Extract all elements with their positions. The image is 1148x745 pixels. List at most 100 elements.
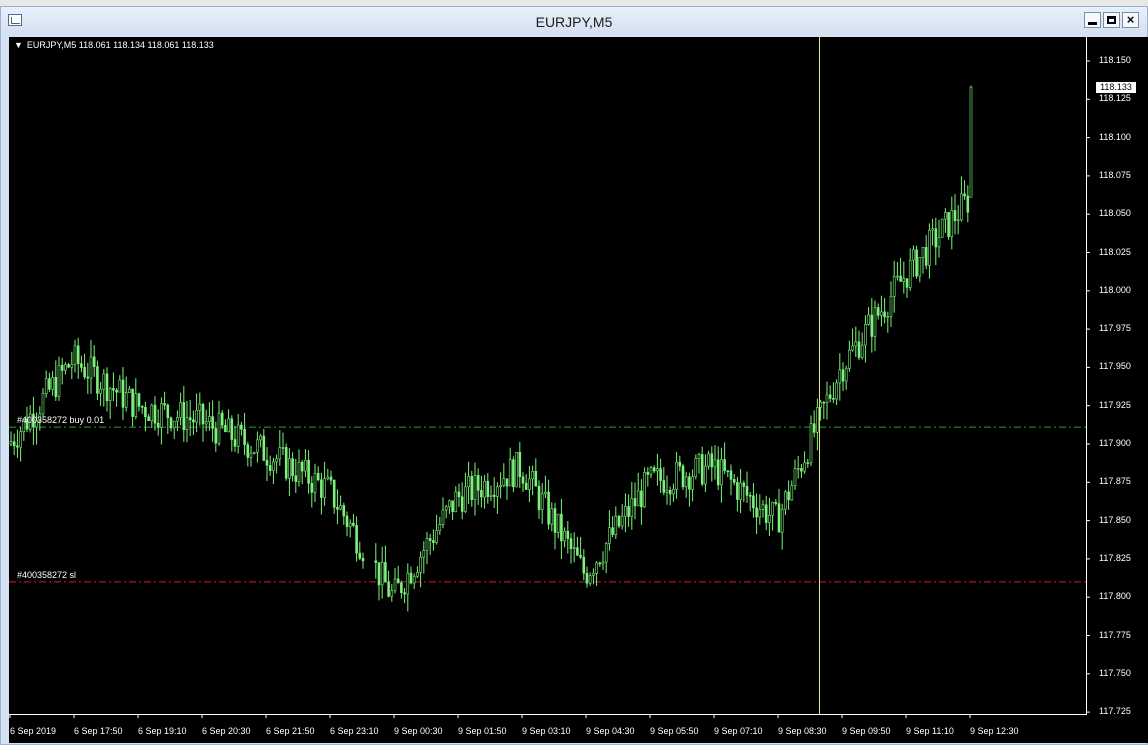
candle-body bbox=[892, 276, 896, 297]
candle-body bbox=[163, 403, 166, 406]
maximize-button[interactable] bbox=[1103, 12, 1120, 28]
minimize-button[interactable] bbox=[1084, 12, 1101, 28]
candle-body bbox=[51, 377, 54, 390]
candle-body bbox=[790, 485, 794, 501]
candle-body bbox=[48, 378, 51, 390]
candle-body bbox=[217, 412, 221, 444]
candle-body bbox=[320, 479, 323, 498]
candle-body bbox=[716, 459, 720, 486]
candle-body bbox=[92, 356, 96, 367]
candle-body bbox=[259, 435, 262, 441]
price-tick-label: 118.150 bbox=[1099, 55, 1131, 65]
candle-body bbox=[121, 379, 125, 408]
price-tick-label: 118.050 bbox=[1099, 208, 1131, 219]
candle-body bbox=[624, 506, 627, 517]
candle-body bbox=[425, 538, 429, 551]
candle-body bbox=[108, 388, 112, 402]
candle-body bbox=[848, 349, 851, 369]
candle-body bbox=[505, 478, 509, 487]
buy-order-label[interactable]: #400358272 buy 0.01 bbox=[17, 415, 104, 425]
candle-body bbox=[870, 314, 874, 337]
candle-body bbox=[876, 307, 880, 316]
candle-body bbox=[198, 403, 202, 411]
time-tick-label: 9 Sep 12:30 bbox=[970, 726, 1019, 736]
time-tick-label: 6 Sep 21:50 bbox=[266, 726, 315, 736]
candle-body bbox=[752, 495, 755, 509]
candle-body bbox=[736, 482, 739, 500]
candle-body bbox=[675, 461, 678, 490]
candle-body bbox=[412, 575, 416, 584]
chart-window[interactable]: EURJPY,M5 × ▼ EURJPY,M5 118.061 118.134 1… bbox=[0, 6, 1148, 745]
candle-body bbox=[611, 527, 614, 535]
candle-body bbox=[761, 504, 765, 510]
candle-body bbox=[470, 476, 474, 500]
candle-body bbox=[153, 404, 157, 424]
candle-body bbox=[451, 500, 454, 513]
candle-body bbox=[940, 218, 944, 238]
candle-body bbox=[96, 366, 99, 394]
candle-body bbox=[758, 509, 762, 518]
candle-body bbox=[880, 311, 883, 316]
candle-body bbox=[598, 562, 602, 565]
price-tick-label: 117.925 bbox=[1099, 399, 1131, 410]
window-titlebar[interactable]: EURJPY,M5 × bbox=[1, 7, 1147, 35]
candle-body bbox=[428, 538, 432, 541]
candle-body bbox=[243, 428, 246, 445]
candle-body bbox=[19, 431, 22, 448]
candle-body bbox=[668, 490, 672, 495]
candle-body bbox=[742, 482, 746, 487]
candle-body bbox=[784, 491, 787, 510]
axis-frame bbox=[9, 37, 1087, 715]
candle-body bbox=[76, 345, 80, 364]
candle-body bbox=[796, 468, 800, 470]
candle-body bbox=[406, 572, 410, 595]
candle-body bbox=[89, 356, 93, 379]
candle-body bbox=[73, 345, 77, 365]
candle-body bbox=[569, 538, 573, 549]
candle-body bbox=[960, 193, 963, 221]
symbol-header[interactable]: ▼ EURJPY,M5 118.061 118.134 118.061 118.1… bbox=[14, 40, 214, 50]
candle-body bbox=[192, 419, 195, 423]
candle-body bbox=[665, 490, 669, 493]
candle-body bbox=[521, 476, 525, 484]
candle-body bbox=[44, 378, 48, 394]
candle-body bbox=[518, 451, 522, 478]
candle-body bbox=[787, 491, 790, 501]
price-tick-label: 118.025 bbox=[1099, 246, 1131, 257]
stop-loss-label[interactable]: #400358272 sl bbox=[17, 570, 76, 580]
candle-body bbox=[780, 508, 784, 533]
candle-body bbox=[220, 412, 224, 426]
candle-body bbox=[531, 470, 534, 480]
candle-body bbox=[374, 560, 378, 563]
candle-body bbox=[547, 491, 550, 525]
candle-body bbox=[809, 423, 813, 464]
candle-body bbox=[278, 447, 282, 460]
candle-body bbox=[656, 468, 659, 472]
candle-body bbox=[608, 527, 611, 544]
candle-body bbox=[771, 502, 774, 516]
candle-body bbox=[896, 275, 899, 278]
chart-canvas[interactable] bbox=[9, 37, 1148, 743]
price-chart[interactable]: ▼ EURJPY,M5 118.061 118.134 118.061 118.1… bbox=[9, 37, 1148, 743]
candle-body bbox=[704, 465, 707, 485]
time-tick-label: 6 Sep 17:50 bbox=[74, 726, 123, 736]
price-tick-label: 118.075 bbox=[1099, 169, 1131, 180]
candle-body bbox=[313, 473, 317, 493]
candle-body bbox=[233, 439, 237, 447]
candle-body bbox=[912, 249, 915, 261]
candle-body bbox=[841, 369, 845, 382]
candle-body bbox=[899, 275, 902, 282]
candle-body bbox=[272, 461, 275, 471]
candle-body bbox=[246, 444, 250, 458]
candle-body bbox=[304, 459, 307, 472]
candle-body bbox=[387, 581, 390, 597]
candle-body bbox=[540, 493, 544, 510]
candle-body bbox=[726, 470, 730, 473]
candle-body bbox=[662, 480, 666, 493]
price-tick-label: 117.875 bbox=[1099, 476, 1131, 487]
candle-body bbox=[768, 514, 771, 523]
symbol-ohlc-text: EURJPY,M5 118.061 118.134 118.061 118.13… bbox=[26, 40, 214, 50]
dropdown-triangle-icon[interactable]: ▼ bbox=[14, 40, 23, 50]
candle-body bbox=[172, 420, 176, 429]
close-button[interactable]: × bbox=[1122, 12, 1139, 28]
